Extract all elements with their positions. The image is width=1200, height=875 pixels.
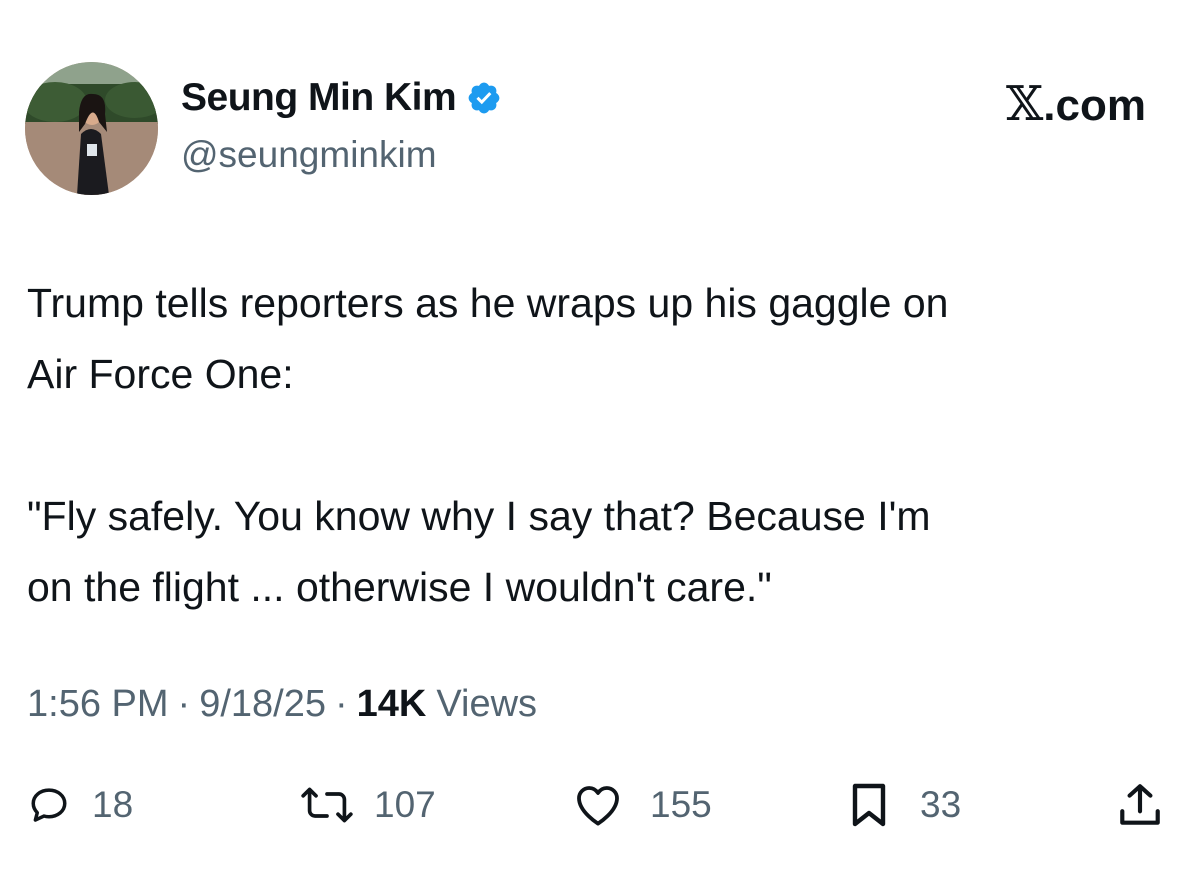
tweet-meta: 1:56 PM · 9/18/25 · 14K Views	[27, 683, 537, 726]
meta-separator: ·	[177, 683, 191, 725]
tweet-text: Trump tells reporters as he wraps up his…	[27, 268, 1177, 623]
tweet-date[interactable]: 9/18/25	[199, 683, 326, 726]
share-icon	[1120, 784, 1160, 825]
avatar[interactable]	[25, 62, 158, 195]
action-bar: 18 107 155 33	[0, 775, 1200, 835]
brand-suffix: .com	[1043, 81, 1146, 130]
bookmark-count: 33	[920, 784, 962, 825]
author-handle[interactable]: @seungminkim	[181, 134, 437, 176]
author-display-name[interactable]: Seung Min Kim	[181, 76, 457, 120]
tweet-time[interactable]: 1:56 PM	[27, 683, 169, 726]
author-name-row[interactable]: Seung Min Kim	[181, 76, 502, 120]
views-label: Views	[436, 683, 538, 725]
reply-count: 18	[92, 784, 134, 825]
heart-icon	[577, 786, 619, 826]
site-brand: 𝕏 .com	[1006, 76, 1146, 132]
like-button[interactable]: 155	[572, 775, 712, 835]
reply-button[interactable]: 18	[28, 775, 133, 835]
bookmark-icon	[852, 783, 886, 827]
views-count: 14K	[356, 683, 427, 725]
x-logo: 𝕏	[1006, 76, 1044, 132]
repost-icon	[301, 787, 353, 823]
repost-button[interactable]: 107	[296, 775, 436, 835]
repost-count: 107	[374, 784, 436, 825]
tweet-paragraph: "Fly safely. You know why I say that? Be…	[27, 493, 931, 610]
avatar-photo	[25, 62, 158, 195]
like-count: 155	[650, 784, 712, 825]
verified-badge-icon	[466, 80, 502, 116]
share-button[interactable]	[1115, 775, 1165, 835]
reply-icon	[31, 788, 67, 822]
bookmark-button[interactable]: 33	[848, 775, 961, 835]
tweet-paragraph: Trump tells reporters as he wraps up his…	[27, 280, 949, 397]
meta-separator: ·	[334, 683, 348, 725]
